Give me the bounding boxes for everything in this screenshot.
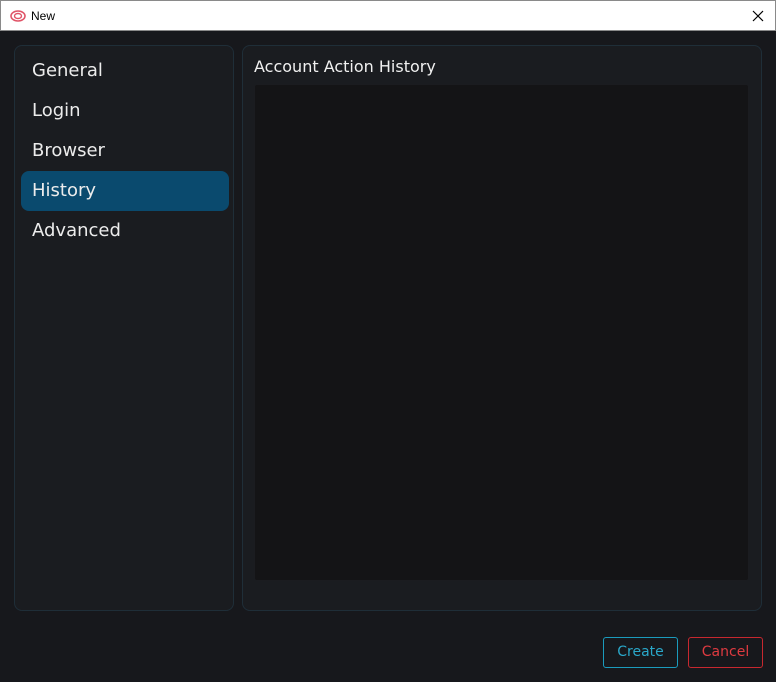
title-bar: New [0,0,776,31]
history-list[interactable] [254,84,749,581]
nav-item-login[interactable]: Login [21,91,229,131]
close-button[interactable] [741,1,775,31]
nav-item-label: Login [32,100,81,121]
section-title: Account Action History [254,57,436,76]
cancel-button[interactable]: Cancel [688,637,763,668]
nav-item-browser[interactable]: Browser [21,131,229,171]
close-icon [752,10,764,22]
history-panel: Account Action History [242,45,762,611]
settings-nav: General Login Browser History Advanced [14,45,234,611]
nav-item-label: Advanced [32,220,121,241]
nav-item-label: History [32,180,97,201]
nav-item-label: General [32,60,103,81]
nav-item-history[interactable]: History [21,171,229,211]
window-title: New [31,9,56,23]
dialog-window: New General Login Browser History Advanc… [0,0,776,682]
nav-item-advanced[interactable]: Advanced [21,211,229,251]
nav-item-general[interactable]: General [21,51,229,91]
create-button[interactable]: Create [603,637,678,668]
nav-item-label: Browser [32,140,105,161]
app-logo-icon [10,10,26,22]
